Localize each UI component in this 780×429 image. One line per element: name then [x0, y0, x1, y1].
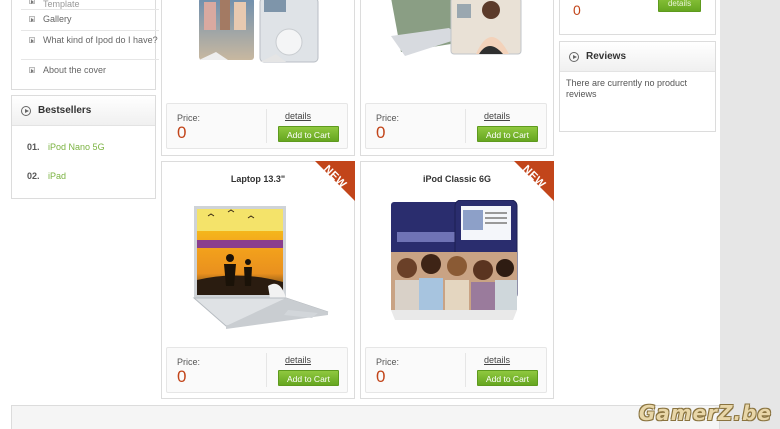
category-menu-panel: Template Gallery What kind of Ipod do I … [11, 0, 159, 90]
product-title[interactable]: iPod Classic 6G [361, 174, 553, 184]
featured-product-panel: 0 details [559, 0, 716, 35]
details-link[interactable]: details [285, 355, 311, 365]
add-to-cart-button[interactable]: Add to Cart [278, 126, 339, 142]
arrow-right-icon [29, 16, 35, 22]
reviews-header: Reviews [560, 42, 715, 72]
price-box: Price: 0 details Add to Cart [166, 103, 348, 149]
circle-play-icon [21, 105, 31, 116]
price-value: 0 [177, 123, 187, 142]
menu-item-label: Template [43, 0, 80, 9]
details-link[interactable]: details [484, 355, 510, 365]
arrow-right-icon [29, 37, 35, 43]
arrow-right-icon [29, 0, 35, 4]
menu-item-ipod-type[interactable]: What kind of Ipod do I have? [21, 34, 159, 60]
price-box: Price: 0 details Add to Cart [365, 103, 547, 149]
product-image[interactable] [196, 0, 326, 88]
watermark-logo: GamerZ.be [638, 401, 772, 425]
bestseller-link[interactable]: iPad [48, 171, 66, 181]
price-label: Price: [376, 357, 400, 367]
price-value: 0 [573, 2, 581, 18]
details-link[interactable]: details [484, 111, 510, 121]
bestseller-rank: 02. [27, 171, 40, 181]
divider [465, 353, 466, 387]
bestseller-rank: 01. [27, 142, 40, 152]
menu-item-label: What kind of Ipod do I have? [43, 35, 158, 45]
reviews-panel: Reviews There are currently no product r… [559, 41, 716, 132]
details-link[interactable]: details [285, 111, 311, 121]
menu-item-gallery[interactable]: Gallery [21, 13, 159, 31]
reviews-empty-text: There are currently no product reviews [566, 78, 688, 99]
add-to-cart-button[interactable]: Add to Cart [477, 126, 538, 142]
product-card: Price: 0 details Add to Cart [161, 0, 355, 156]
add-to-cart-button[interactable]: Add to Cart [477, 370, 538, 386]
product-image[interactable] [391, 0, 526, 88]
price-box: Price: 0 details Add to Cart [166, 347, 348, 393]
product-image[interactable] [188, 200, 330, 330]
add-to-cart-button[interactable]: Add to Cart [278, 370, 339, 386]
menu-item-template[interactable]: Template [21, 0, 159, 10]
arrow-right-icon [29, 67, 35, 73]
price-value: 0 [376, 123, 386, 142]
reviews-title: Reviews [586, 51, 627, 62]
product-card: NEW Laptop 13.3" Price: 0 details Add to… [161, 161, 355, 399]
price-value: 0 [177, 367, 187, 386]
bestseller-link[interactable]: iPod Nano 5G [48, 142, 105, 152]
page: Template Gallery What kind of Ipod do I … [0, 0, 720, 429]
price-label: Price: [376, 113, 400, 123]
menu-item-label: About the cover [43, 65, 107, 75]
divider [266, 353, 267, 387]
bestsellers-title: Bestsellers [38, 105, 92, 116]
circle-play-icon [569, 51, 579, 62]
menu-item-about-cover[interactable]: About the cover [21, 64, 159, 80]
footer-panel [11, 405, 720, 429]
product-image[interactable] [389, 199, 529, 330]
price-box: Price: 0 details Add to Cart [365, 347, 547, 393]
product-card: Price: 0 details Add to Cart [360, 0, 554, 156]
product-title[interactable]: Laptop 13.3" [162, 174, 354, 184]
details-label: details [667, 0, 692, 8]
add-to-cart-button[interactable]: details [658, 0, 701, 12]
bestsellers-header: Bestsellers [12, 96, 155, 126]
price-label: Price: [177, 113, 201, 123]
bestseller-item[interactable]: 01. iPod Nano 5G [27, 142, 105, 152]
divider [465, 109, 466, 143]
price-value: 0 [376, 367, 386, 386]
bestseller-item[interactable]: 02. iPad [27, 171, 66, 181]
price-label: Price: [177, 357, 201, 367]
menu-item-label: Gallery [43, 14, 72, 24]
divider [266, 109, 267, 143]
bestsellers-panel: Bestsellers 01. iPod Nano 5G 02. iPad [11, 95, 156, 199]
product-card: NEW iPod Classic 6G Price: 0 details Add… [360, 161, 554, 399]
